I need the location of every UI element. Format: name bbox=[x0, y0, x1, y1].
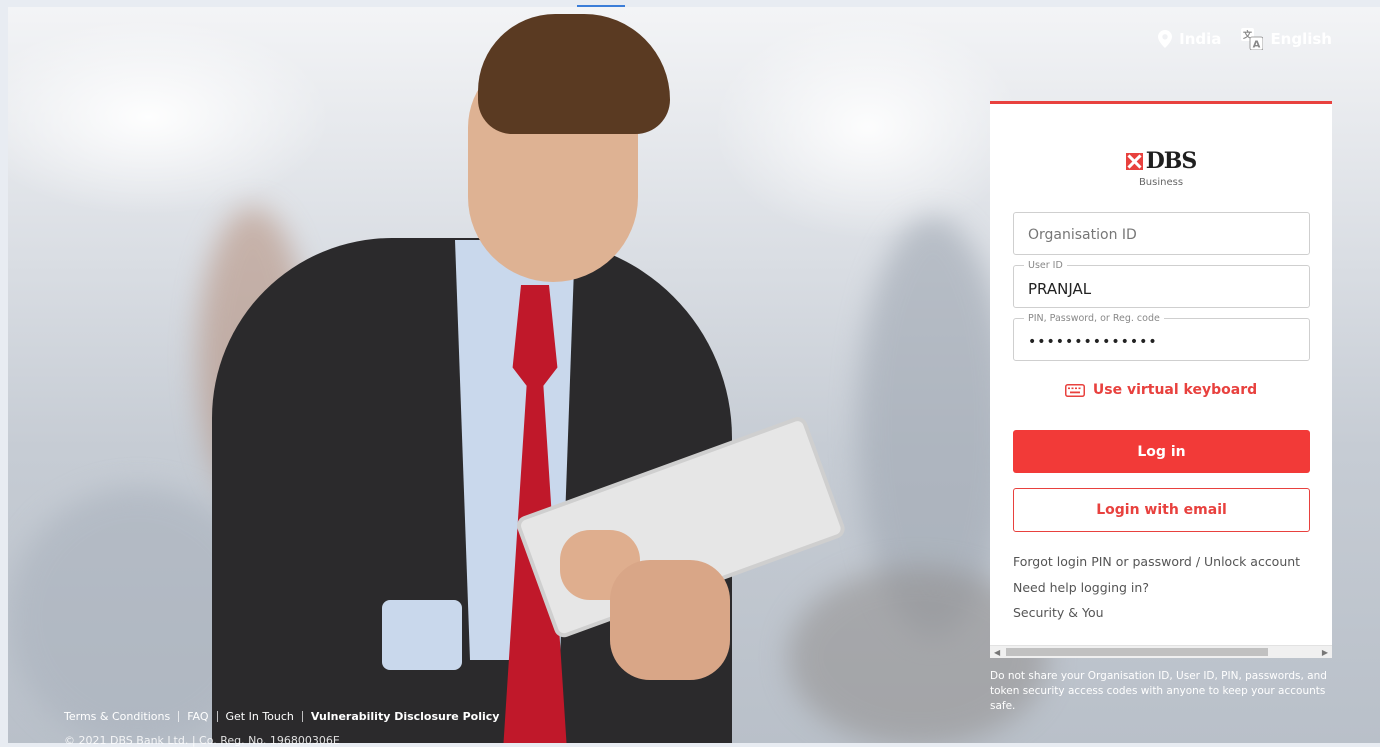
footer-divider bbox=[216, 711, 218, 722]
copyright-text: © 2021 DBS Bank Ltd. | Co. Reg. No. 1968… bbox=[64, 734, 340, 747]
get-in-touch-link[interactable]: Get In Touch bbox=[226, 710, 294, 723]
faq-link[interactable]: FAQ bbox=[187, 710, 208, 723]
user-id-field[interactable]: User ID PRANJAL bbox=[1013, 260, 1310, 308]
brand-logo: DBS Business bbox=[990, 148, 1332, 188]
login-with-email-button[interactable]: Login with email bbox=[1013, 488, 1310, 532]
keyboard-icon bbox=[1064, 383, 1085, 397]
locale-bar: India 文 A English bbox=[1158, 28, 1332, 50]
scrollbar-thumb[interactable] bbox=[1006, 648, 1268, 656]
virtual-keyboard-label: Use virtual keyboard bbox=[1092, 382, 1258, 398]
security-link[interactable]: Security & You bbox=[1013, 600, 1300, 626]
login-card: DBS Business Organisation ID User ID PRA… bbox=[990, 101, 1332, 658]
brand-subtitle: Business bbox=[1138, 177, 1184, 188]
password-value: •••••••••••••• bbox=[1028, 334, 1158, 350]
translate-icon: 文 A bbox=[1241, 28, 1264, 51]
country-selector[interactable]: India bbox=[1158, 30, 1221, 48]
login-button[interactable]: Log in bbox=[1013, 430, 1310, 473]
scroll-left-icon[interactable]: ◀ bbox=[994, 648, 1000, 657]
help-logging-in-link[interactable]: Need help logging in? bbox=[1013, 575, 1300, 601]
footer-divider bbox=[301, 711, 303, 722]
footer-divider bbox=[178, 711, 180, 722]
password-field[interactable]: PIN, Password, or Reg. code ••••••••••••… bbox=[1013, 313, 1310, 361]
person-hand bbox=[610, 560, 730, 680]
brand-name: DBS bbox=[1145, 148, 1198, 174]
footer-links: Terms & Conditions FAQ Get In Touch Vuln… bbox=[64, 710, 499, 723]
location-pin-icon bbox=[1158, 30, 1173, 48]
language-label: English bbox=[1270, 30, 1332, 48]
organisation-id-field[interactable]: Organisation ID bbox=[1013, 212, 1310, 255]
help-links: Forgot login PIN or password / Unlock ac… bbox=[1013, 549, 1300, 626]
dbs-logo-icon bbox=[1125, 152, 1143, 170]
horizontal-scrollbar[interactable]: ◀ ▶ bbox=[990, 645, 1332, 658]
user-id-value: PRANJAL bbox=[1028, 280, 1092, 298]
top-accent-bar bbox=[577, 5, 625, 7]
terms-link[interactable]: Terms & Conditions bbox=[64, 710, 170, 723]
user-id-label: User ID bbox=[1024, 260, 1067, 271]
vulnerability-policy-link[interactable]: Vulnerability Disclosure Policy bbox=[311, 710, 500, 723]
person-cuff bbox=[382, 600, 462, 670]
scroll-right-icon[interactable]: ▶ bbox=[1322, 648, 1328, 657]
password-label: PIN, Password, or Reg. code bbox=[1024, 313, 1164, 324]
security-disclaimer: Do not share your Organisation ID, User … bbox=[990, 670, 1327, 712]
organisation-id-placeholder: Organisation ID bbox=[1028, 227, 1137, 243]
language-selector[interactable]: 文 A English bbox=[1241, 28, 1332, 50]
svg-text:A: A bbox=[1253, 40, 1261, 51]
country-label: India bbox=[1179, 30, 1222, 48]
forgot-pin-link[interactable]: Forgot login PIN or password / Unlock ac… bbox=[1013, 549, 1300, 575]
virtual-keyboard-link[interactable]: Use virtual keyboard bbox=[990, 382, 1332, 398]
